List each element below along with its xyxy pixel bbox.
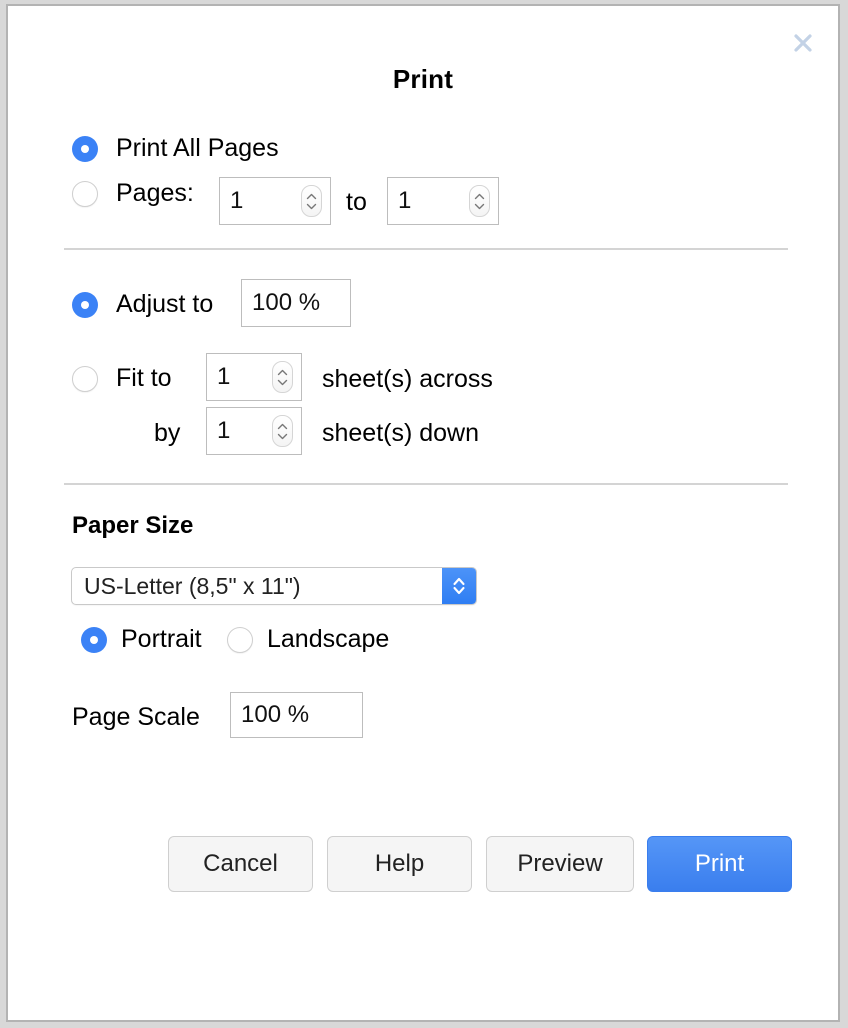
radio-adjust-to[interactable] [72,292,98,318]
sheets-down-label: sheet(s) down [322,419,479,448]
radio-fit-to[interactable] [72,366,98,392]
print-all-pages-row[interactable]: Print All Pages [72,134,279,163]
paper-size-heading: Paper Size [72,512,193,540]
fit-across-value: 1 [207,363,230,391]
adjust-to-label: Adjust to [116,290,213,319]
adjust-to-value: 100 % [252,289,320,317]
radio-landscape[interactable] [227,627,253,653]
chevron-down-icon [277,433,288,440]
fit-by-label: by [154,419,180,448]
adjust-to-row[interactable]: Adjust to [72,290,213,319]
cancel-button[interactable]: Cancel [168,836,313,892]
paper-size-value: US-Letter (8,5" x 11") [72,573,442,600]
fit-down-stepper[interactable] [272,415,293,447]
pages-to-value: 1 [388,187,411,215]
pages-from-value: 1 [220,187,243,215]
fit-down-value: 1 [207,417,230,445]
radio-pages-range[interactable] [72,181,98,207]
help-button[interactable]: Help [327,836,472,892]
dialog-title: Print [8,64,838,95]
portrait-row[interactable]: Portrait [81,625,202,654]
pages-to-stepper[interactable] [469,185,490,217]
pages-from-stepper[interactable] [301,185,322,217]
radio-print-all-pages[interactable] [72,136,98,162]
pages-range-row[interactable]: Pages: [72,179,194,208]
adjust-to-input[interactable]: 100 % [241,279,351,327]
chevron-down-icon [306,203,317,210]
fit-to-label: Fit to [116,364,172,393]
chevron-down-icon [277,379,288,386]
sheets-across-label: sheet(s) across [322,365,493,394]
chevron-down-icon [474,203,485,210]
divider-bottom [64,483,788,485]
pages-from-input[interactable]: 1 [219,177,331,225]
landscape-label: Landscape [267,625,389,654]
print-dialog: Print Print All Pages Pages: 1 to 1 Adju… [6,4,840,1022]
chevron-updown-icon[interactable] [442,568,476,604]
print-all-pages-label: Print All Pages [116,134,279,163]
pages-range-label: Pages: [116,179,194,208]
radio-portrait[interactable] [81,627,107,653]
fit-across-stepper[interactable] [272,361,293,393]
page-scale-input[interactable]: 100 % [230,692,363,738]
chevron-up-icon [277,423,288,430]
fit-to-row[interactable]: Fit to [72,364,172,393]
preview-button[interactable]: Preview [486,836,634,892]
chevron-up-icon [474,193,485,200]
page-scale-label: Page Scale [72,703,200,732]
print-button[interactable]: Print [647,836,792,892]
pages-to-label: to [346,188,367,217]
paper-size-select[interactable]: US-Letter (8,5" x 11") [71,567,477,605]
landscape-row[interactable]: Landscape [227,625,389,654]
portrait-label: Portrait [121,625,202,654]
close-glyph [792,32,814,54]
fit-down-input[interactable]: 1 [206,407,302,455]
pages-to-input[interactable]: 1 [387,177,499,225]
chevron-up-icon [277,369,288,376]
chevron-updown-glyph [451,574,467,598]
divider-top [64,248,788,250]
close-icon[interactable] [788,28,818,58]
chevron-up-icon [306,193,317,200]
page-scale-value: 100 % [241,701,309,729]
fit-across-input[interactable]: 1 [206,353,302,401]
